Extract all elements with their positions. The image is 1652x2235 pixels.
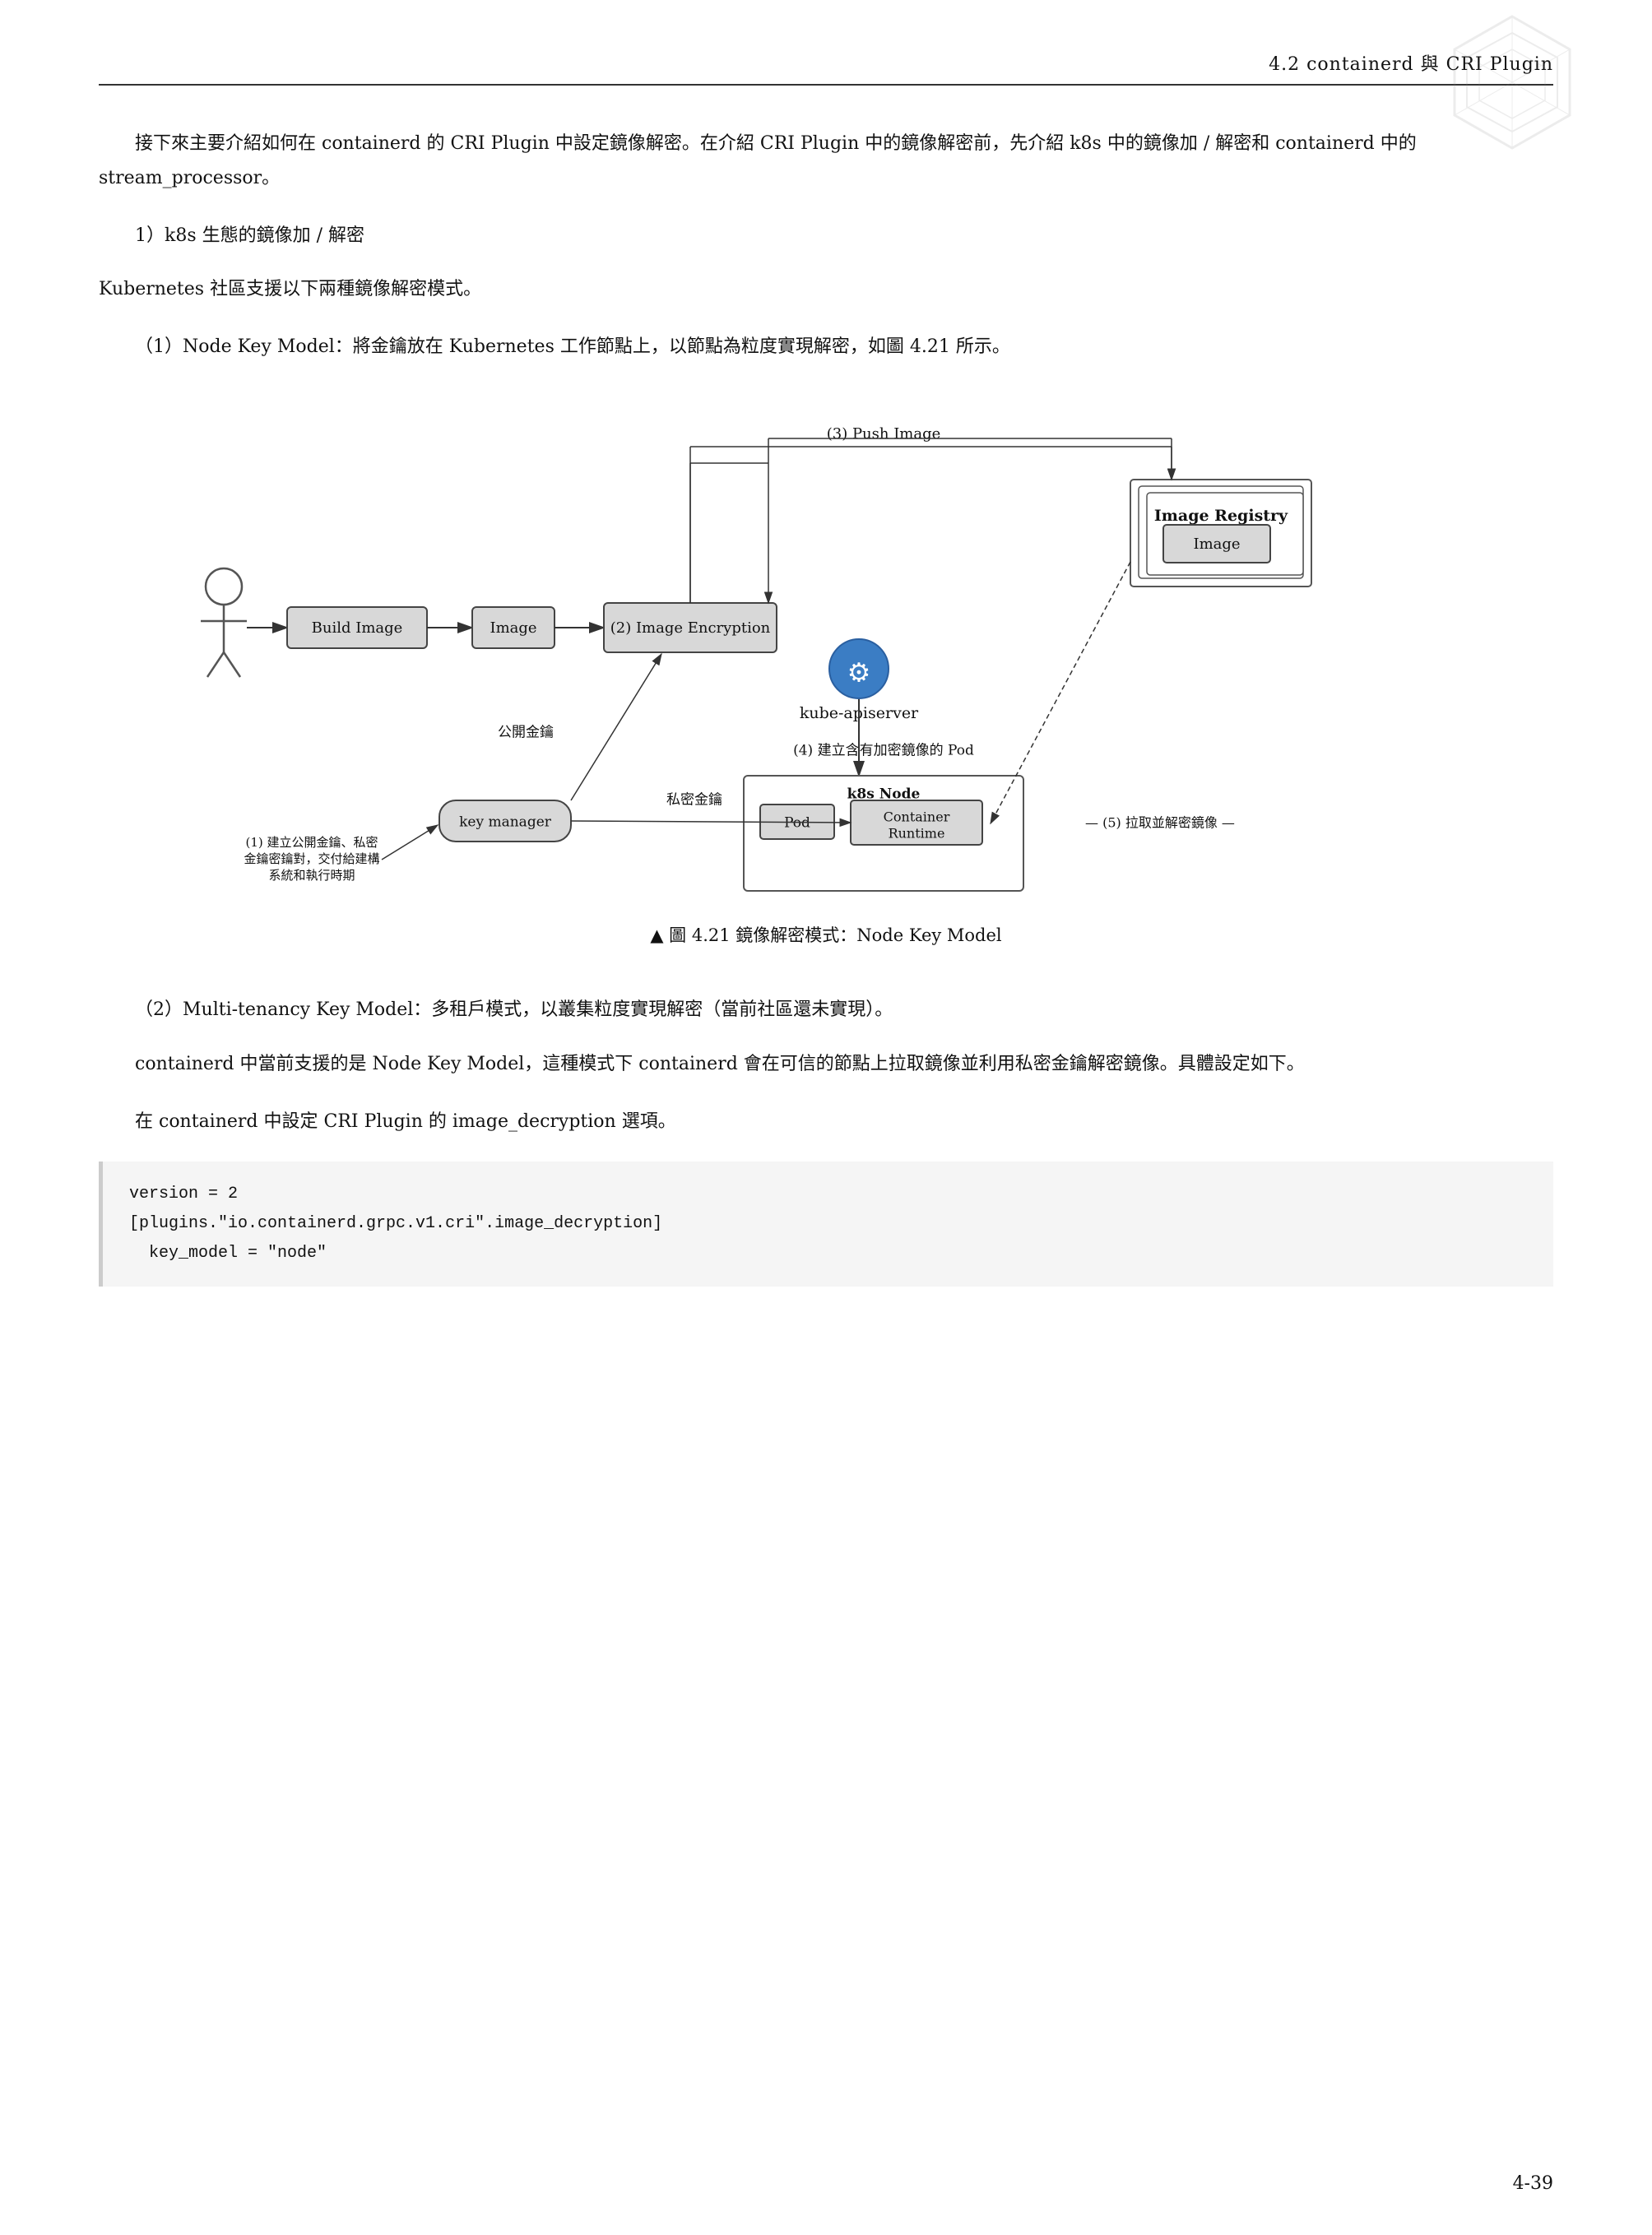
container-runtime-label: Container (884, 809, 950, 824)
pod-label: Pod (784, 814, 810, 831)
private-key-label: 私密金鑰 (666, 791, 722, 808)
push-image-label: (3) Push Image (827, 425, 941, 443)
step1-line3: 系統和執行時期 (268, 868, 355, 883)
k8s-intro: Kubernetes 社區支援以下兩種鏡像解密模式。 (99, 272, 1553, 307)
key-manager-label: key manager (459, 814, 552, 830)
page: 4.2 containerd 與 CRI Plugin 接下來主要介紹如何在 c… (0, 0, 1652, 2235)
image-registry-image-label: Image (1193, 536, 1240, 553)
code-block: version = 2 [plugins."io.containerd.grpc… (99, 1162, 1553, 1287)
step1-line2: 金鑰密鑰對，交付給建構 (244, 851, 379, 866)
section1-heading: 1）k8s 生態的鏡像加 / 解密 (99, 219, 1553, 253)
node-key-model-desc: （1）Node Key Model：將金鑰放在 Kubernetes 工作節點上… (99, 330, 1553, 364)
image-registry-label: Image Registry (1154, 507, 1288, 525)
create-pod-label: (4) 建立含有加密鏡像的 Pod (793, 742, 974, 758)
intro-paragraph: 接下來主要介紹如何在 containerd 的 CRI Plugin 中設定鏡像… (99, 127, 1553, 196)
container-runtime-label2: Runtime (889, 825, 945, 841)
multi-tenancy-desc: （2）Multi-tenancy Key Model：多租戶模式，以叢集粒度實現… (99, 993, 1553, 1027)
image-encryption-label: (2) Image Encryption (610, 619, 771, 637)
page-number: 4-39 (1513, 2173, 1553, 2194)
diagram-svg: Build Image Image (2) Image Encryption (… (168, 397, 1484, 907)
containerd-support-desc: containerd 中當前支援的是 Node Key Model，這種模式下 … (99, 1047, 1553, 1082)
public-key-label: 公開金鑰 (498, 724, 554, 740)
pull-decrypt-label: — (5) 拉取並解密鏡像 — (1085, 814, 1235, 830)
step1-line1: (1) 建立公開金鑰、私密 (245, 835, 378, 850)
build-image-label: Build Image (312, 619, 403, 637)
kube-apiserver-gear-icon: ⚙ (847, 656, 871, 688)
page-header: 4.2 containerd 與 CRI Plugin (99, 49, 1553, 86)
diagram-container: Build Image Image (2) Image Encryption (… (99, 397, 1553, 976)
cri-plugin-setting: 在 containerd 中設定 CRI Plugin 的 image_decr… (99, 1105, 1553, 1139)
diagram-caption: ▲ 圖 4.21 鏡像解密模式：Node Key Model (650, 922, 1001, 947)
watermark-icon (1438, 8, 1586, 156)
diagram-svg-wrapper: Build Image Image (2) Image Encryption (… (168, 397, 1484, 907)
image-small-label: Image (490, 619, 536, 637)
